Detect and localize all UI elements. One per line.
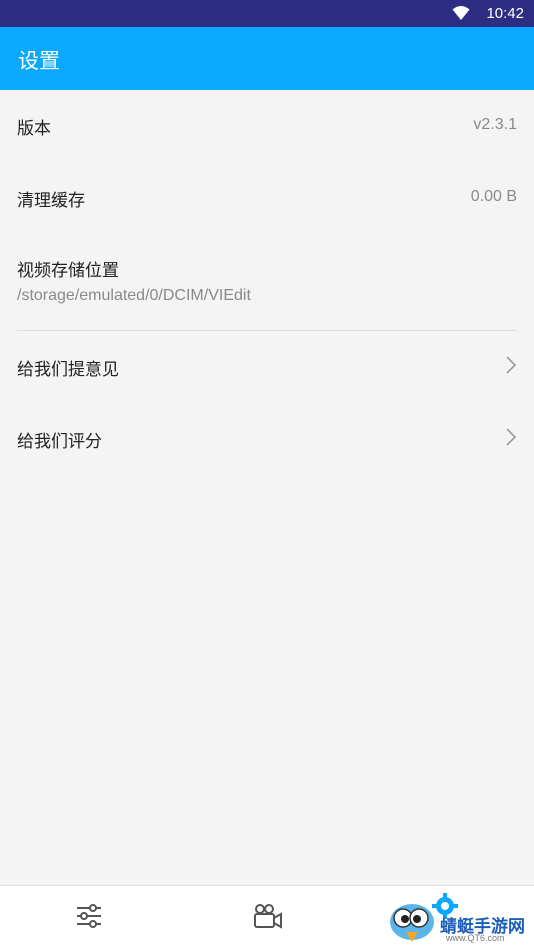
watermark: 蜻蜓手游网 www.QT6.com: [386, 892, 532, 948]
app-bar: 设置: [0, 27, 534, 90]
cache-size-value: 0.00 B: [470, 188, 517, 205]
dragonfly-logo-icon: [390, 904, 434, 942]
rate-label: 给我们评分: [17, 432, 102, 452]
page-title: 设置: [18, 49, 60, 73]
watermark-url: www.QT6.com: [446, 933, 505, 943]
chevron-right-icon: [505, 355, 517, 379]
status-bar: 10:42: [0, 0, 534, 27]
nav-video[interactable]: [178, 886, 356, 950]
feedback-row[interactable]: 给我们提意见: [0, 331, 534, 403]
clear-cache-row[interactable]: 清理缓存 0.00 B: [0, 162, 534, 234]
storage-location-row[interactable]: 视频存储位置 /storage/emulated/0/DCIM/VIEdit: [17, 234, 517, 331]
nav-edit[interactable]: [0, 886, 178, 950]
sliders-icon: [77, 904, 101, 928]
rate-row[interactable]: 给我们评分: [0, 403, 534, 475]
clear-cache-label: 清理缓存: [17, 191, 85, 211]
storage-location-label: 视频存储位置: [17, 261, 119, 281]
storage-path: /storage/emulated/0/DCIM/VIEdit: [17, 287, 251, 304]
version-value: v2.3.1: [473, 116, 517, 133]
wifi-icon: [452, 5, 470, 25]
version-label: 版本: [17, 119, 51, 139]
settings-list: 版本 v2.3.1 清理缓存 0.00 B 视频存储位置 /storage/em…: [0, 90, 534, 475]
feedback-label: 给我们提意见: [17, 360, 119, 380]
status-time: 10:42: [486, 5, 524, 22]
chevron-right-icon: [505, 427, 517, 451]
version-row: 版本 v2.3.1: [0, 90, 534, 162]
video-camera-icon: [254, 904, 282, 929]
